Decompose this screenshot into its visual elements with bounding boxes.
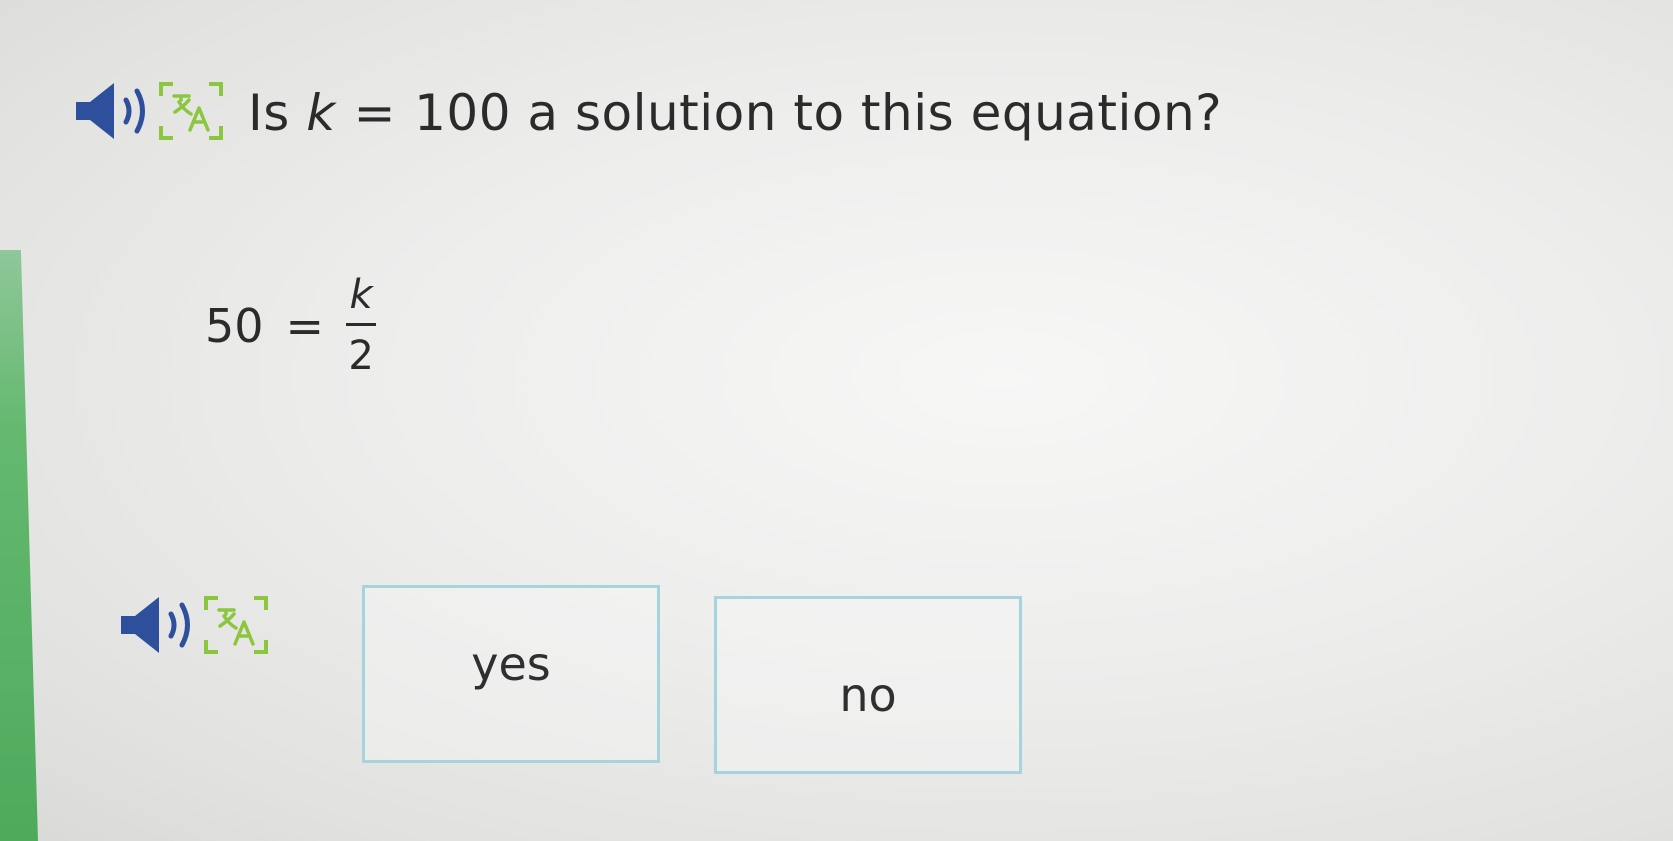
fraction-denominator: 2	[348, 333, 374, 379]
left-accent-bar	[0, 250, 38, 841]
no-button[interactable]: no	[714, 596, 1022, 774]
fraction-numerator: k	[349, 272, 373, 318]
speaker-icon[interactable]	[70, 78, 156, 148]
speaker-icon[interactable]	[115, 592, 201, 662]
question-equals: =	[353, 84, 397, 142]
translate-icon[interactable]	[156, 78, 226, 148]
equation: 50 = k 2	[205, 272, 377, 379]
no-button-label: no	[839, 668, 897, 722]
question-value: 100	[414, 84, 512, 142]
question-row: Is k = 100 a solution to this equation?	[70, 78, 1222, 148]
fraction: k 2	[346, 272, 377, 379]
translate-icon[interactable]	[201, 592, 271, 662]
answer-tools	[115, 592, 271, 662]
question-prefix: Is	[248, 84, 290, 142]
yes-button[interactable]: yes	[362, 585, 660, 763]
question-suffix: a solution to this equation?	[527, 84, 1223, 142]
equation-left: 50	[205, 298, 264, 353]
equation-equals: =	[285, 298, 325, 353]
question-variable: k	[306, 84, 336, 142]
question-text: Is k = 100 a solution to this equation?	[248, 84, 1222, 142]
yes-button-label: yes	[471, 637, 551, 691]
